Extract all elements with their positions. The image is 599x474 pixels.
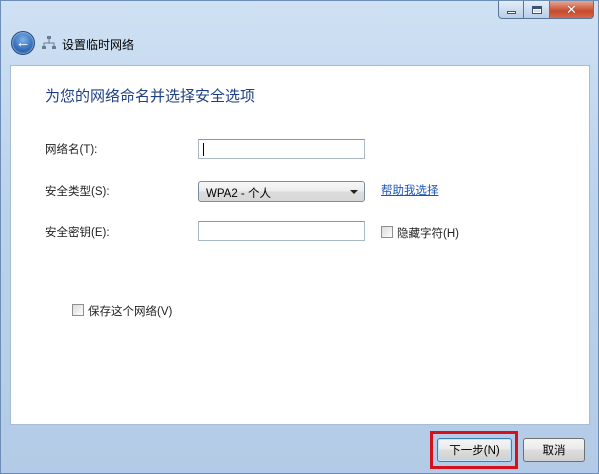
caption-buttons: ✕ xyxy=(498,1,594,19)
security-key-label: 安全密钥(E): xyxy=(45,227,110,239)
page-heading: 为您的网络命名并选择安全选项 xyxy=(45,88,256,105)
save-network-checkbox[interactable] xyxy=(72,304,84,316)
save-network-label: 保存这个网络(V) xyxy=(88,306,173,318)
help-me-choose-link[interactable]: 帮助我选择 xyxy=(381,182,439,198)
network-name-input[interactable] xyxy=(198,139,365,159)
security-type-label: 安全类型(S): xyxy=(45,186,110,198)
network-icon xyxy=(42,36,56,49)
content-pane: 为您的网络命名并选择安全选项 网络名(T): 安全类型(S): WPA2 - 个… xyxy=(10,65,590,425)
hide-characters-checkbox[interactable] xyxy=(381,226,393,238)
security-type-select[interactable]: WPA2 - 个人 xyxy=(198,181,365,202)
wizard-window: ✕ ← 设置临时网络 为您的网络命名并选择安全选项 网络名(T): 安全类型(S… xyxy=(0,0,599,474)
hide-characters-label: 隐藏字符(H) xyxy=(397,228,459,240)
wizard-header: ← 设置临时网络 xyxy=(1,23,598,63)
text-caret xyxy=(203,143,204,156)
network-name-label: 网络名(T): xyxy=(45,144,98,156)
maximize-button[interactable] xyxy=(524,1,550,19)
back-button[interactable]: ← xyxy=(11,31,35,55)
cancel-button[interactable]: 取消 xyxy=(523,438,585,462)
chevron-down-icon xyxy=(350,190,358,194)
next-button[interactable]: 下一步(N) xyxy=(437,438,512,462)
security-key-input[interactable] xyxy=(198,221,365,241)
back-arrow-icon: ← xyxy=(15,34,31,51)
close-icon: ✕ xyxy=(566,2,577,17)
minimize-icon xyxy=(506,11,516,14)
wizard-title: 设置临时网络 xyxy=(62,38,135,52)
security-type-value: WPA2 - 个人 xyxy=(206,188,271,200)
minimize-button[interactable] xyxy=(498,1,524,19)
wizard-footer: 下一步(N) 取消 xyxy=(1,425,598,474)
maximize-icon xyxy=(531,5,542,14)
close-button[interactable]: ✕ xyxy=(550,1,594,19)
